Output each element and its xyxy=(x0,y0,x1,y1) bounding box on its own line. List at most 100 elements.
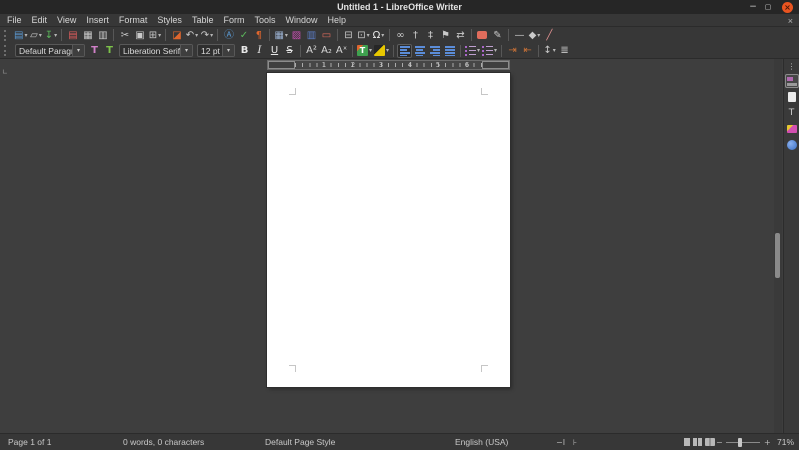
export-pdf-icon[interactable]: ▤ xyxy=(65,28,80,42)
language-status[interactable]: English (USA) xyxy=(455,434,508,450)
insert-text-box-icon[interactable]: ▭ xyxy=(319,28,334,42)
underline-icon[interactable]: U xyxy=(267,44,282,58)
sidebar-tab-page[interactable] xyxy=(785,90,799,104)
subscript-icon[interactable]: A₂ xyxy=(319,44,334,58)
formatting-marks-icon[interactable]: ¶ xyxy=(251,28,266,42)
view-single-page-icon[interactable] xyxy=(684,438,690,446)
copy-icon[interactable]: ▣ xyxy=(132,28,147,42)
insert-comment-icon[interactable] xyxy=(475,28,490,42)
special-character-icon[interactable]: Ω ▾ xyxy=(371,28,386,42)
dropdown-arrow-icon[interactable]: ▾ xyxy=(158,32,161,39)
menu-window[interactable]: Window xyxy=(280,14,322,26)
spelling-icon[interactable]: Ⓐ xyxy=(221,28,236,42)
horizontal-line-icon[interactable]: — xyxy=(512,28,527,42)
paragraph-style-combobox[interactable]: Default Paragraph Style ▾ xyxy=(15,44,85,57)
bold-icon[interactable]: B xyxy=(237,44,252,58)
numbered-list-icon[interactable]: ▾ xyxy=(481,44,498,58)
menu-form[interactable]: Form xyxy=(218,14,249,26)
toolbar-drag-handle[interactable] xyxy=(4,45,9,56)
ruler-left-margin[interactable] xyxy=(268,61,295,69)
sidebar-tab-styles[interactable]: T xyxy=(785,106,799,120)
sidebar-tab-properties[interactable] xyxy=(785,74,799,88)
new-document-icon[interactable]: ▤ ▾ xyxy=(13,28,28,42)
dropdown-arrow-icon[interactable]: ▾ xyxy=(537,32,540,39)
dropdown-arrow-icon[interactable]: ▾ xyxy=(369,47,372,54)
horizontal-ruler[interactable]: 1 2 3 4 5 6 xyxy=(267,60,510,70)
hyperlink-icon[interactable]: ∞ xyxy=(393,28,408,42)
vertical-scrollbar-thumb[interactable] xyxy=(775,233,780,278)
maximize-button[interactable]: ▢ xyxy=(762,0,774,14)
view-multi-page-icon[interactable] xyxy=(693,438,702,446)
auto-spellcheck-icon[interactable]: ✓ xyxy=(236,28,251,42)
zoom-out-button[interactable]: − xyxy=(716,434,723,450)
open-file-icon[interactable]: ▱ ▾ xyxy=(28,28,43,42)
align-center-icon[interactable] xyxy=(412,44,427,58)
minimize-button[interactable]: − xyxy=(747,0,759,14)
word-count-status[interactable]: 0 words, 0 characters xyxy=(123,434,204,450)
menu-tools[interactable]: Tools xyxy=(249,14,280,26)
selection-mode-status[interactable]: ⊦ xyxy=(573,434,577,450)
clear-formatting-icon[interactable]: Aˣ xyxy=(334,44,349,58)
increase-indent-icon[interactable]: ⇥ xyxy=(505,44,520,58)
dropdown-arrow-icon[interactable]: ▾ xyxy=(285,32,288,39)
insert-field-icon[interactable]: ⊡ ▾ xyxy=(356,28,371,42)
basic-shapes-icon[interactable]: ◆ ▾ xyxy=(527,28,542,42)
bookmark-icon[interactable]: ⚑ xyxy=(438,28,453,42)
view-book-icon[interactable] xyxy=(705,438,715,446)
dropdown-arrow-icon[interactable]: ▾ xyxy=(477,47,480,54)
font-color-icon[interactable]: T ▾ xyxy=(356,44,373,58)
dropdown-arrow-icon[interactable]: ▾ xyxy=(54,32,57,39)
menu-table[interactable]: Table xyxy=(187,14,219,26)
save-icon[interactable]: ↧ ▾ xyxy=(43,28,58,42)
track-changes-icon[interactable]: ✎ xyxy=(490,28,505,42)
menu-styles[interactable]: Styles xyxy=(152,14,187,26)
tab-stop-selector[interactable]: ∟ xyxy=(2,68,8,76)
insert-mode-status[interactable]: −I xyxy=(556,434,565,450)
dropdown-arrow-icon[interactable]: ▾ xyxy=(39,32,42,39)
page-count-status[interactable]: Page 1 of 1 xyxy=(8,434,51,450)
dropdown-arrow-icon[interactable]: ▾ xyxy=(381,32,384,39)
zoom-in-button[interactable]: + xyxy=(764,434,771,450)
insert-table-icon[interactable]: ▦ ▾ xyxy=(273,28,288,42)
print-icon[interactable]: ▦ xyxy=(80,28,95,42)
undo-icon[interactable]: ↶ ▾ xyxy=(184,28,199,42)
draw-line-icon[interactable]: ╱ xyxy=(542,28,557,42)
paragraph-style-dropdown-icon[interactable]: ▾ xyxy=(72,45,84,56)
paragraph-spacing-icon[interactable]: ≣ xyxy=(557,44,572,58)
font-size-dropdown-icon[interactable]: ▾ xyxy=(222,45,234,56)
new-style-icon[interactable]: T xyxy=(102,44,117,58)
align-left-icon[interactable] xyxy=(397,44,412,58)
cut-icon[interactable]: ✂ xyxy=(117,28,132,42)
dropdown-arrow-icon[interactable]: ▾ xyxy=(553,47,556,54)
zoom-slider[interactable] xyxy=(726,434,760,450)
font-name-combobox[interactable]: Liberation Serif ▾ xyxy=(119,44,193,57)
decrease-indent-icon[interactable]: ⇤ xyxy=(520,44,535,58)
menu-file[interactable]: File xyxy=(2,14,27,26)
print-preview-icon[interactable]: ▥ xyxy=(95,28,110,42)
paste-icon[interactable]: ⊞ ▾ xyxy=(147,28,162,42)
dropdown-arrow-icon[interactable]: ▾ xyxy=(367,32,370,39)
italic-icon[interactable]: I xyxy=(252,44,267,58)
sidebar-tab-navigator[interactable] xyxy=(785,138,799,152)
align-right-icon[interactable] xyxy=(427,44,442,58)
page-style-status[interactable]: Default Page Style xyxy=(265,434,335,450)
cross-reference-icon[interactable]: ⇄ xyxy=(453,28,468,42)
bullet-list-icon[interactable]: ▾ xyxy=(464,44,481,58)
close-button[interactable]: × xyxy=(782,2,793,13)
menu-edit[interactable]: Edit xyxy=(27,14,53,26)
dropdown-arrow-icon[interactable]: ▾ xyxy=(195,32,198,39)
vertical-scrollbar[interactable] xyxy=(774,59,782,433)
sidebar-settings-icon[interactable]: ⋮ xyxy=(784,60,799,72)
redo-icon[interactable]: ↷ ▾ xyxy=(199,28,214,42)
zoom-slider-track[interactable] xyxy=(726,442,760,443)
dropdown-arrow-icon[interactable]: ▾ xyxy=(210,32,213,39)
line-spacing-icon[interactable]: ↕ ▾ xyxy=(542,44,557,58)
ruler-right-margin[interactable] xyxy=(482,61,509,69)
align-justify-icon[interactable] xyxy=(442,44,457,58)
zoom-slider-handle[interactable] xyxy=(738,438,742,447)
font-name-dropdown-icon[interactable]: ▾ xyxy=(180,45,192,56)
toolbar-drag-handle[interactable] xyxy=(4,30,9,41)
dropdown-arrow-icon[interactable]: ▾ xyxy=(386,47,389,54)
insert-image-icon[interactable]: ▨ xyxy=(289,28,304,42)
menu-insert[interactable]: Insert xyxy=(81,14,114,26)
